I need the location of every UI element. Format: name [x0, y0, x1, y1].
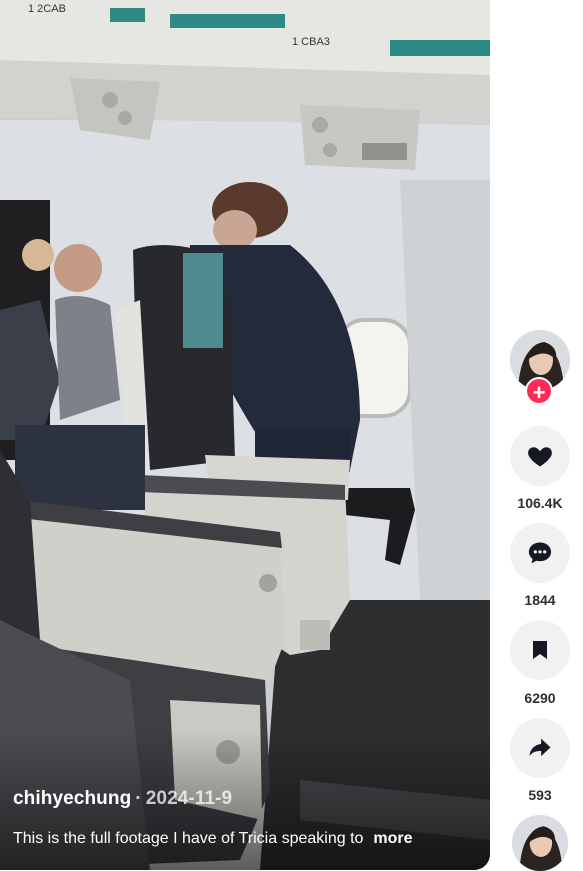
comment-icon [528, 542, 552, 564]
share-button[interactable] [510, 718, 570, 778]
caption-text: This is the full footage I have of Trici… [13, 830, 364, 847]
action-rail: + 106.4K 1844 6290 593 [490, 0, 583, 871]
video-meta: chihyechung · 2024-11-9 [13, 788, 232, 810]
share-arrow-icon [529, 738, 551, 757]
video-caption: This is the full footage I have of Trici… [13, 830, 483, 848]
save-count: 6290 [524, 690, 556, 706]
caption-more-link[interactable]: more [373, 830, 412, 847]
music-disc-avatar[interactable] [512, 815, 568, 871]
comment-button[interactable] [510, 523, 570, 583]
music-disc-image [512, 815, 568, 871]
share-count: 593 [528, 787, 552, 803]
heart-icon [528, 447, 552, 467]
author-username[interactable]: chihyechung [13, 788, 131, 809]
overhead-seat-label: 1 CBA3 [292, 36, 330, 48]
overhead-seat-label: 1 2CAB [28, 3, 66, 15]
comment-count: 1844 [524, 592, 556, 608]
like-button[interactable] [510, 426, 570, 486]
bookmark-icon [533, 641, 547, 659]
follow-plus-button[interactable]: + [525, 377, 553, 405]
save-button[interactable] [510, 620, 570, 680]
video-player[interactable]: 1 2CAB 1 CBA3 chihyechung · 2024-11-9 Th… [0, 0, 490, 870]
like-count: 106.4K [517, 495, 563, 511]
post-date: 2024-11-9 [145, 788, 233, 809]
meta-separator: · [135, 788, 142, 809]
